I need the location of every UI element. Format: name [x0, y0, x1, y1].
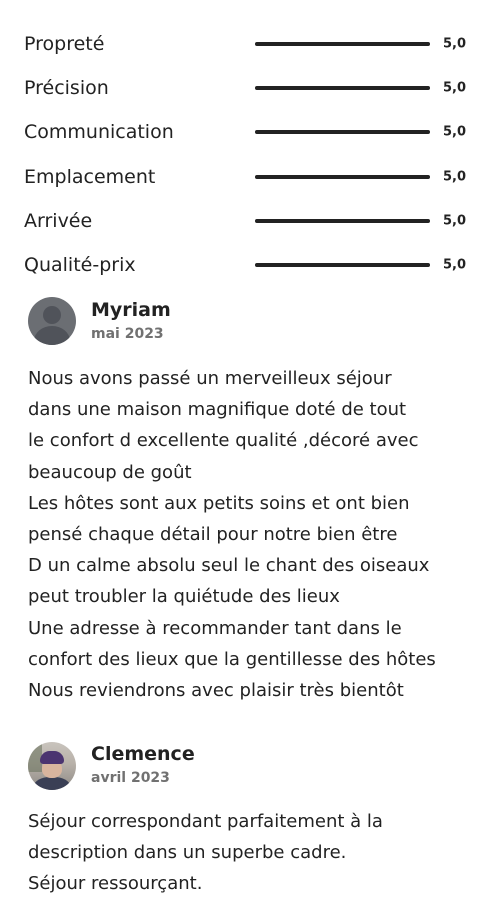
- review-line: beaucoup de goût: [28, 461, 192, 483]
- rating-label: Qualité-prix: [24, 254, 136, 276]
- review-line: Séjour correspondant parfaitement à la: [28, 811, 383, 832]
- rating-row-value: Qualité-prix 5,0: [0, 243, 477, 287]
- review-line: Nous avons passé un merveilleux séjour: [28, 368, 392, 389]
- rating-bar-fill: [255, 86, 430, 90]
- default-user-icon[interactable]: [28, 297, 76, 345]
- review-line: pensé chaque détail pour notre bien être: [28, 524, 398, 546]
- rating-label: Propreté: [24, 33, 105, 55]
- review-line: le confort d excellente qualité ,décoré …: [28, 430, 419, 452]
- rating-bar-fill: [255, 219, 430, 223]
- rating-value: 5,0: [443, 257, 467, 273]
- rating-value: 5,0: [443, 213, 467, 229]
- rating-value: 5,0: [443, 36, 467, 52]
- review-text: Séjour correspondant parfaitement à la d…: [28, 806, 468, 900]
- rating-row-check-in: Arrivée 5,0: [0, 199, 477, 243]
- rating-bar: [255, 130, 430, 134]
- rating-bar: [255, 175, 430, 179]
- rating-row-accuracy: Précision 5,0: [0, 66, 477, 110]
- rating-value: 5,0: [443, 124, 467, 140]
- review-line: Nous reviendrons avec plaisir très bient…: [28, 680, 404, 702]
- rating-bar-fill: [255, 263, 430, 267]
- review-date: mai 2023: [91, 326, 164, 342]
- review-line: D un calme absolu seul le chant des oise…: [28, 555, 430, 577]
- review-text: Nous avons passé un merveilleux séjour d…: [28, 363, 468, 706]
- review-line: confort des lieux que la gentillesse des…: [28, 648, 436, 670]
- rating-row-cleanliness: Propreté 5,0: [0, 22, 477, 66]
- rating-bar: [255, 86, 430, 90]
- rating-row-communication: Communication 5,0: [0, 110, 477, 154]
- user-photo-avatar[interactable]: [28, 742, 76, 790]
- rating-bar: [255, 219, 430, 223]
- reviewer-name[interactable]: Myriam: [91, 299, 171, 321]
- review-line: Les hôtes sont aux petits soins et ont b…: [28, 492, 410, 514]
- rating-row-location: Emplacement 5,0: [0, 155, 477, 199]
- rating-label: Précision: [24, 77, 109, 99]
- rating-bar-fill: [255, 130, 430, 134]
- rating-label: Arrivée: [24, 210, 93, 232]
- rating-label: Communication: [24, 121, 174, 143]
- review-line: description dans un superbe cadre.: [28, 842, 347, 864]
- review-date: avril 2023: [91, 770, 170, 786]
- rating-bar-fill: [255, 42, 430, 46]
- rating-label: Emplacement: [24, 166, 156, 188]
- review-line: dans une maison magnifique doté de tout: [28, 399, 407, 421]
- review-line: Une adresse à recommander tant dans le: [28, 617, 402, 639]
- reviewer-name[interactable]: Clemence: [91, 743, 195, 765]
- review-line: Séjour ressourçant.: [28, 873, 203, 895]
- review-line: peut troubler la quiétude des lieux: [28, 586, 340, 608]
- rating-value: 5,0: [443, 169, 467, 185]
- rating-bar: [255, 42, 430, 46]
- rating-bar-fill: [255, 175, 430, 179]
- rating-bar: [255, 263, 430, 267]
- rating-value: 5,0: [443, 80, 467, 96]
